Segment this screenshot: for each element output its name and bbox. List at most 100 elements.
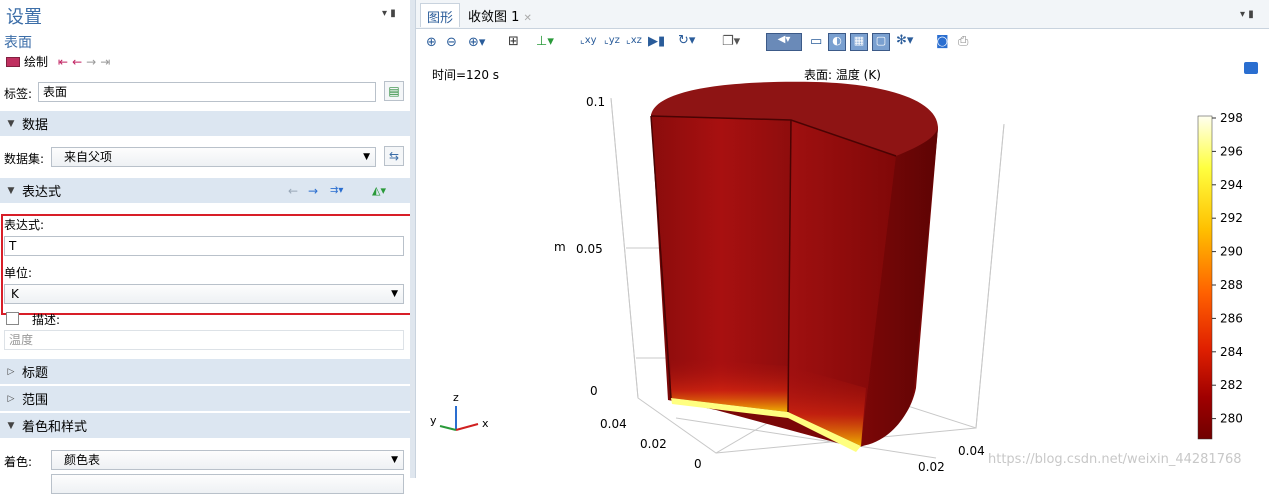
x-tick: 0.02 (640, 437, 667, 451)
collapse-icon: ▼ (7, 420, 15, 431)
plot-toolbar: 绘制 ⇤ ← → ⇥ (6, 53, 110, 70)
color-select[interactable]: 颜色表 ▼ (51, 450, 404, 470)
collapse-icon: ▼ (7, 118, 15, 129)
graphics-toolbar: ⊕ ⊖ ⊕▾ ⊞ ⊥▾ ⌞xy ⌞yz ⌞xz ▶▮ ↻▾ ❐▾ ◀▾ ▭ ◐ … (416, 29, 1269, 58)
axis-triad: z x y (430, 391, 489, 431)
zoom-in-icon[interactable]: ⊕ (426, 35, 437, 50)
zoom-extents-icon[interactable]: ⊞ (508, 34, 519, 49)
colorbar-tick-label: 288 (1220, 278, 1243, 292)
colorbar-tick-label: 282 (1220, 378, 1243, 392)
y-tick: 0.04 (958, 444, 985, 458)
dataset-goto-icon[interactable]: ⇆ (384, 146, 404, 166)
expression-label: 表达式: (4, 218, 45, 232)
zoom-out-icon[interactable]: ⊖ (446, 35, 457, 50)
copy-icon[interactable]: ❐▾ (722, 34, 740, 49)
tab-graphics[interactable]: 图形 (420, 3, 461, 27)
replace-expression-left-icon[interactable]: ← (288, 184, 298, 198)
triad-y-label: y (430, 414, 437, 427)
plot-canvas[interactable]: 时间=120 s 表面: 温度 (K) 0.1 0.05 0 m 0.04 0.… (416, 58, 1269, 478)
time-label: 时间=120 s (432, 68, 499, 82)
first-icon[interactable]: ⇤ (58, 55, 68, 69)
print-icon[interactable]: ⎙ (958, 34, 968, 49)
triad-z-label: z (453, 391, 459, 404)
x-tick: 0 (694, 457, 702, 471)
description-label: 描述: (32, 313, 61, 327)
x-tick: 0.04 (600, 417, 627, 431)
watermark: https://blog.csdn.net/weixin_44281768 (988, 452, 1242, 467)
panel-title: 设置 (6, 7, 42, 28)
close-icon[interactable]: ✕ (524, 13, 532, 24)
z-axis-ticks: 0.1 0.05 0 m (554, 95, 605, 398)
label-input[interactable]: 表面 (38, 82, 376, 102)
z-tick: 0 (590, 384, 598, 398)
expression-options-icon[interactable]: ◭▾ (372, 184, 386, 197)
scene-light-icon[interactable]: ▭ (810, 34, 822, 49)
z-tick: 0.1 (586, 95, 605, 109)
insert-expression-icon[interactable]: ⇉▾ (330, 185, 343, 196)
collapse-icon: ▼ (7, 185, 15, 196)
description-input: 温度 (4, 330, 404, 350)
render-icon[interactable]: ✻▾ (896, 33, 913, 48)
cylinder-model (650, 81, 938, 452)
select-mode-icon[interactable]: ◀▾ (766, 33, 802, 51)
camera-icon[interactable]: ◙ (936, 34, 949, 49)
colorbar-gradient (1197, 115, 1213, 440)
unit-label: 单位: (4, 266, 33, 280)
y-tick: 0.02 (918, 460, 945, 474)
grid-icon[interactable]: ▦ (850, 33, 868, 51)
view-axis-icon[interactable]: ⊥▾ (536, 34, 554, 49)
unit-select[interactable]: K ▼ (4, 284, 404, 304)
view-xy-icon[interactable]: ⌞xy (580, 35, 597, 46)
last-icon[interactable]: ⇥ (100, 55, 110, 69)
dataset-select[interactable]: 来自父项 ▼ (51, 147, 376, 167)
next-icon[interactable]: → (86, 55, 96, 69)
section-range[interactable]: ▷ 范围 (0, 386, 410, 411)
expression-input[interactable]: T (4, 236, 404, 256)
window-menu-icon[interactable]: ▾ ▮ (1240, 9, 1254, 20)
view-yz-icon[interactable]: ⌞yz (604, 35, 620, 46)
chevron-down-icon: ▼ (363, 152, 370, 162)
label-edit-icon[interactable]: ▤ (384, 81, 404, 101)
replace-expression-right-icon[interactable]: → (308, 184, 318, 198)
surface-label: 表面: 温度 (K) (804, 67, 881, 82)
colorbar-tick-label: 294 (1220, 178, 1243, 192)
plot-icon[interactable] (6, 56, 20, 67)
perspective-icon[interactable]: ▶▮ (648, 34, 665, 49)
section-coloring[interactable]: ▼ 着色和样式 (0, 413, 410, 438)
node-title: 表面 (4, 35, 32, 51)
expand-icon: ▷ (7, 366, 15, 377)
colorbar: 298 296 294 292 290 288 286 284 282 280 (1197, 111, 1243, 440)
colorbar-tick-label: 284 (1220, 345, 1243, 359)
expand-icon: ▷ (7, 393, 15, 404)
chevron-down-icon: ▼ (391, 289, 398, 299)
plot-button[interactable]: 绘制 (24, 53, 48, 70)
dataset-label: 数据集: (4, 152, 45, 166)
next-select[interactable] (51, 474, 404, 494)
x-axis-ticks: 0.04 0.02 0 (600, 417, 702, 471)
graphics-window: 图形 收敛图 1 ✕ ▾ ▮ ⊕ ⊖ ⊕▾ ⊞ ⊥▾ ⌞xy ⌞yz ⌞xz ▶… (415, 0, 1269, 478)
axis-toggle-icon[interactable]: ▢ (872, 33, 890, 51)
colorbar-tick-label: 298 (1220, 111, 1243, 125)
colorbar-tick-label: 292 (1220, 211, 1243, 225)
description-checkbox[interactable] (6, 312, 19, 325)
previous-icon[interactable]: ← (72, 55, 82, 69)
colorbar-tick-label: 296 (1220, 144, 1243, 158)
rotate-icon[interactable]: ↻▾ (678, 33, 695, 48)
view-xz-icon[interactable]: ⌞xz (626, 35, 642, 46)
triad-x-label: x (482, 417, 489, 430)
section-title[interactable]: ▷ 标题 (0, 359, 410, 384)
tab-convergence-plot[interactable]: 收敛图 1 ✕ (462, 3, 538, 27)
section-data[interactable]: ▼ 数据 (0, 111, 410, 136)
colorbar-tick-label: 286 (1220, 311, 1243, 325)
y-axis-ticks: 0.02 0.04 (918, 444, 985, 474)
z-tick: 0.05 (576, 242, 603, 256)
settings-panel: 设置 ▾ ▮ 表面 绘制 ⇤ ← → ⇥ 标签: 表面 ▤ ▼ 数据 数据集: … (0, 0, 417, 494)
colorbar-tick-label: 290 (1220, 245, 1243, 259)
section-expression[interactable]: ▼ 表达式 ← → ⇉▾ ◭▾ (0, 178, 410, 203)
label-label: 标签: (4, 87, 33, 101)
view-settings-icon[interactable] (1244, 62, 1258, 74)
z-unit-label: m (554, 240, 566, 254)
zoom-box-icon[interactable]: ⊕▾ (468, 35, 485, 50)
transparency-icon[interactable]: ◐ (828, 33, 846, 51)
panel-menu-icon[interactable]: ▾ ▮ (382, 8, 396, 19)
